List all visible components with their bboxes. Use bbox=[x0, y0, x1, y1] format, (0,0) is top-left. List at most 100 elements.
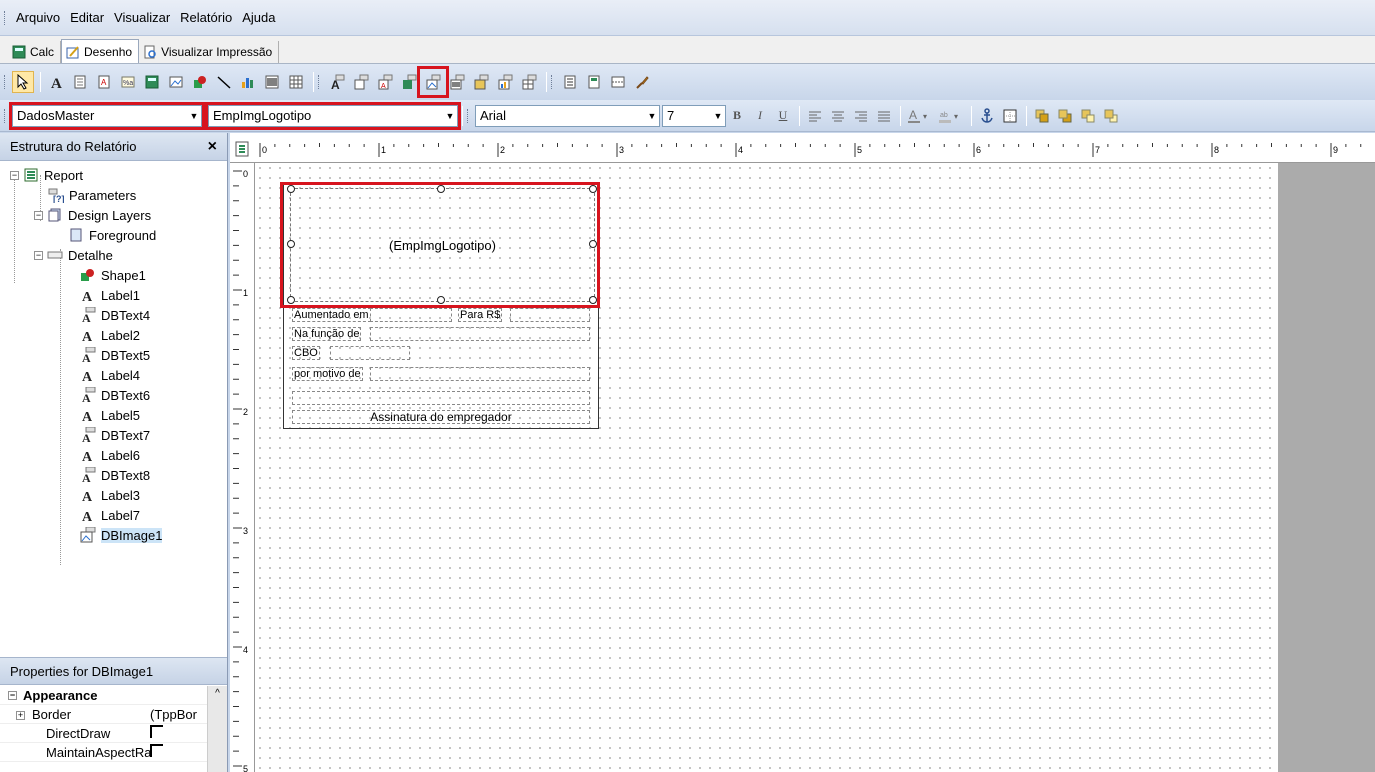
dbtext6[interactable] bbox=[370, 327, 590, 341]
label6[interactable]: por motivo de bbox=[292, 367, 363, 381]
checkbox-icon[interactable] bbox=[150, 744, 163, 757]
align-right-icon[interactable] bbox=[850, 105, 872, 127]
region-tool-icon[interactable] bbox=[559, 71, 581, 93]
bring-to-front-icon[interactable] bbox=[1031, 105, 1053, 127]
chevron-down-icon[interactable]: ▼ bbox=[187, 106, 201, 126]
property-row-maintainaspect[interactable]: MaintainAspectRa bbox=[0, 743, 227, 762]
dbcalc-tool-icon[interactable] bbox=[398, 71, 420, 93]
label-tool-icon[interactable]: A bbox=[45, 71, 67, 93]
send-to-back-icon[interactable] bbox=[1054, 105, 1076, 127]
datafield-select[interactable]: EmpImgLogotipo ▼ bbox=[205, 101, 461, 130]
resize-handle[interactable] bbox=[287, 296, 295, 304]
dbmemo-tool-icon[interactable] bbox=[350, 71, 372, 93]
menu-relatorio[interactable]: Relatório bbox=[176, 8, 236, 27]
menu-editar[interactable]: Editar bbox=[66, 8, 108, 27]
align-center-icon[interactable] bbox=[827, 105, 849, 127]
tree-node-report[interactable]: − Report bbox=[10, 165, 83, 185]
richtext-tool-icon[interactable]: A bbox=[93, 71, 115, 93]
resize-handle[interactable] bbox=[287, 185, 295, 193]
chevron-down-icon[interactable]: ▼ bbox=[443, 106, 457, 126]
tab-visualizar-impressao[interactable]: Visualizar Impressão bbox=[139, 41, 280, 63]
expand-icon[interactable]: + bbox=[16, 710, 25, 720]
tree-node-shape1[interactable]: Shape1 bbox=[80, 265, 146, 285]
dbbarcode-tool-icon[interactable] bbox=[446, 71, 468, 93]
tree-node-dbtext8[interactable]: A DBText8 bbox=[80, 465, 150, 485]
resize-handle[interactable] bbox=[589, 240, 597, 248]
select-arrow-icon[interactable] bbox=[12, 71, 34, 93]
label1[interactable]: Aumentado em bbox=[292, 308, 371, 322]
label5[interactable]: CBO bbox=[292, 346, 320, 360]
tree-node-label6[interactable]: A Label6 bbox=[80, 445, 140, 465]
line-tool-icon[interactable] bbox=[213, 71, 235, 93]
tree-node-parameters[interactable]: [?] Parameters bbox=[48, 185, 136, 205]
memo-tool-icon[interactable] bbox=[69, 71, 91, 93]
collapse-icon[interactable]: − bbox=[10, 170, 19, 180]
dbcrosstab-tool-icon[interactable] bbox=[518, 71, 540, 93]
tree-node-label5[interactable]: A Label5 bbox=[80, 405, 140, 425]
dbcheckbox-tool-icon[interactable] bbox=[470, 71, 492, 93]
align-left-icon[interactable] bbox=[804, 105, 826, 127]
tree-node-label7[interactable]: A Label7 bbox=[80, 505, 140, 525]
tree-node-label2[interactable]: A Label2 bbox=[80, 325, 140, 345]
collapse-icon[interactable]: − bbox=[8, 690, 17, 700]
send-backward-icon[interactable] bbox=[1100, 105, 1122, 127]
collapse-icon[interactable]: − bbox=[34, 210, 43, 220]
tree-node-dbimage1[interactable]: DBImage1 bbox=[80, 525, 163, 545]
resize-handle[interactable] bbox=[437, 185, 445, 193]
label4[interactable]: Na função de bbox=[292, 327, 362, 341]
underline-button[interactable]: U bbox=[772, 105, 794, 127]
properties-category[interactable]: − Appearance bbox=[0, 686, 227, 705]
tree-node-detalhe[interactable]: − Detalhe bbox=[34, 245, 113, 265]
tree-node-design-layers[interactable]: − Design Layers bbox=[34, 205, 151, 225]
tree-node-label4[interactable]: A Label4 bbox=[80, 365, 140, 385]
highlight-color-icon[interactable]: ab ▾ bbox=[936, 105, 966, 127]
crosstab-tool-icon[interactable] bbox=[285, 71, 307, 93]
chevron-down-icon[interactable]: ▼ bbox=[711, 106, 725, 126]
menu-arquivo[interactable]: Arquivo bbox=[12, 8, 64, 27]
tree-node-dbtext7[interactable]: A DBText7 bbox=[80, 425, 150, 445]
property-row-directdraw[interactable]: DirectDraw bbox=[0, 724, 227, 743]
pagebreak-tool-icon[interactable] bbox=[607, 71, 629, 93]
property-row-border[interactable]: + Border (TppBor bbox=[0, 705, 227, 724]
chart-tool-icon[interactable] bbox=[237, 71, 259, 93]
paint-tool-icon[interactable] bbox=[631, 71, 653, 93]
resize-handle[interactable] bbox=[287, 240, 295, 248]
close-icon[interactable]: × bbox=[208, 138, 217, 156]
datapipeline-select[interactable]: DadosMaster ▼ bbox=[9, 101, 205, 130]
image-tool-icon[interactable] bbox=[165, 71, 187, 93]
chevron-down-icon[interactable]: ▼ bbox=[645, 106, 659, 126]
properties-scrollbar[interactable]: ^ bbox=[207, 686, 227, 772]
barcode-tool-icon[interactable] bbox=[261, 71, 283, 93]
font-name-select[interactable]: Arial ▼ bbox=[475, 104, 660, 127]
tree-node-label1[interactable]: A Label1 bbox=[80, 285, 140, 305]
tree-node-dbtext4[interactable]: A DBText4 bbox=[80, 305, 150, 325]
tree-node-label3[interactable]: A Label3 bbox=[80, 485, 140, 505]
align-justify-icon[interactable] bbox=[873, 105, 895, 127]
tree-node-foreground[interactable]: Foreground bbox=[68, 225, 156, 245]
resize-handle[interactable] bbox=[437, 296, 445, 304]
tree-node-dbtext5[interactable]: A DBText5 bbox=[80, 345, 150, 365]
tab-desenho[interactable]: Desenho bbox=[61, 39, 140, 63]
resize-handle[interactable] bbox=[589, 185, 597, 193]
dbtext7[interactable] bbox=[330, 346, 410, 360]
bold-button[interactable]: B bbox=[726, 105, 748, 127]
label2[interactable]: Para R$ bbox=[458, 308, 503, 322]
systemvar-tool-icon[interactable]: %a bbox=[117, 71, 139, 93]
dbchart-tool-icon[interactable] bbox=[494, 71, 516, 93]
italic-button[interactable]: I bbox=[749, 105, 771, 127]
tree-node-dbtext6[interactable]: A DBText6 bbox=[80, 385, 150, 405]
anchor-icon[interactable] bbox=[976, 105, 998, 127]
dbtext-tool-icon[interactable]: A bbox=[326, 71, 348, 93]
subreport-tool-icon[interactable] bbox=[583, 71, 605, 93]
menu-visualizar[interactable]: Visualizar bbox=[110, 8, 174, 27]
dbrichtext-tool-icon[interactable]: A bbox=[374, 71, 396, 93]
label3[interactable] bbox=[292, 391, 590, 405]
bring-forward-icon[interactable] bbox=[1077, 105, 1099, 127]
resize-handle[interactable] bbox=[589, 296, 597, 304]
tab-calc[interactable]: Calc bbox=[8, 41, 62, 63]
border-icon[interactable] bbox=[999, 105, 1021, 127]
variable-tool-icon[interactable] bbox=[141, 71, 163, 93]
dbtext4[interactable] bbox=[370, 308, 452, 322]
font-size-select[interactable]: 7 ▼ bbox=[662, 104, 726, 127]
menu-ajuda[interactable]: Ajuda bbox=[238, 8, 279, 27]
